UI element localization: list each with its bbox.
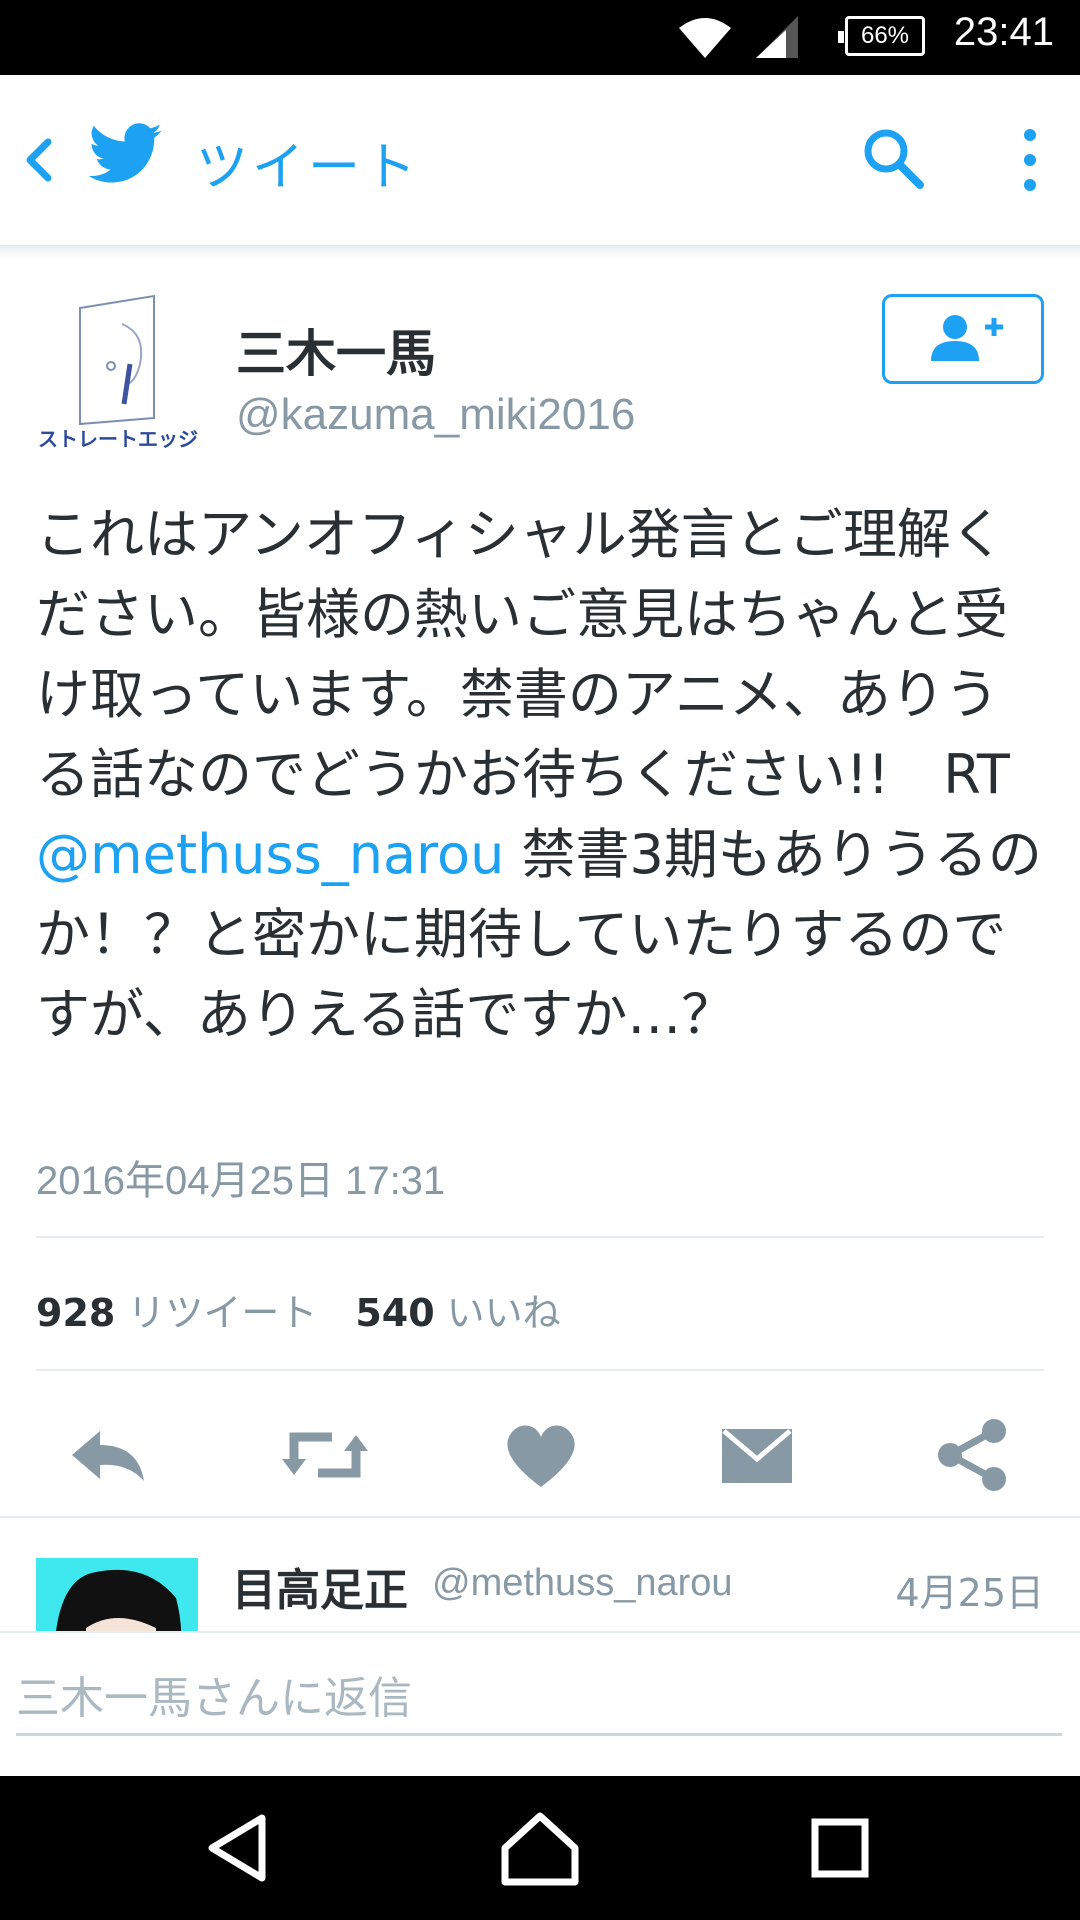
reply-timestamp: 4月25日: [895, 1571, 1044, 1615]
author-avatar[interactable]: ストレートエッジ: [36, 294, 198, 456]
twitter-bird-icon: [88, 123, 162, 183]
navigation-bar: [0, 1776, 1080, 1920]
back-icon[interactable]: [18, 130, 58, 190]
recents-nav-icon[interactable]: [795, 1808, 885, 1888]
reply-author-handle[interactable]: @methuss_narou: [432, 1562, 733, 1605]
retweet-count[interactable]: 928: [36, 1291, 115, 1335]
like-label[interactable]: いいね: [447, 1291, 561, 1335]
tweet-stats: 928 リツイート 540 いいね: [36, 1282, 599, 1337]
page-title: ツイート: [196, 138, 421, 198]
divider: [36, 1236, 1044, 1238]
home-nav-icon[interactable]: [495, 1808, 585, 1888]
app-bar-shadow: [0, 247, 1080, 259]
follow-button[interactable]: [882, 294, 1044, 384]
reply-input[interactable]: [16, 1663, 1062, 1736]
search-icon[interactable]: [858, 123, 928, 193]
tweet-text-main: これはアンオフィシャル発言とご理解ください。皆様の熱いご意見はちゃんと受け取って…: [36, 503, 1010, 806]
direct-message-icon[interactable]: [712, 1415, 802, 1495]
add-user-icon: [931, 315, 1003, 361]
wifi-icon: [679, 18, 731, 58]
tweet-timestamp: 2016年04月25日 17:31: [36, 1159, 446, 1203]
status-bar: 66% 23:41: [0, 0, 1080, 75]
like-icon[interactable]: [496, 1415, 586, 1495]
avatar-drawing: ストレートエッジ: [38, 294, 198, 451]
app-bar: ツイート: [0, 75, 1080, 247]
battery-indicator: 66%: [838, 16, 925, 56]
reply-icon[interactable]: [64, 1415, 154, 1495]
author-handle[interactable]: @kazuma_miki2016: [236, 390, 635, 440]
signal-icon: [756, 16, 798, 58]
retweet-icon[interactable]: [280, 1415, 370, 1495]
back-nav-icon[interactable]: [196, 1808, 286, 1888]
divider: [36, 1369, 1044, 1371]
author-name[interactable]: 三木一馬: [236, 314, 436, 386]
mention-link[interactable]: @methuss_narou: [36, 823, 504, 886]
tweet-text: これはアンオフィシャル発言とご理解ください。皆様の熱いご意見はちゃんと受け取って…: [36, 495, 1046, 1055]
retweet-label[interactable]: リツイート: [127, 1291, 317, 1335]
reply-avatar-drawing: [55, 1569, 182, 1633]
like-count[interactable]: 540: [355, 1291, 434, 1335]
share-icon[interactable]: [928, 1415, 1018, 1495]
reply-author-name[interactable]: 目高足正: [232, 1554, 408, 1618]
avatar-logo-text: ストレートエッジ: [38, 427, 198, 451]
more-options-icon[interactable]: [1010, 125, 1050, 195]
reply-composer: [0, 1631, 1080, 1778]
clock: 23:41: [953, 10, 1054, 54]
tweet-actions: [0, 1395, 1080, 1515]
reply-tweet[interactable]: 目高足正 @methuss_narou 4月25日 @kazuma_miki20…: [0, 1516, 1080, 1633]
reply-avatar[interactable]: [36, 1558, 198, 1633]
